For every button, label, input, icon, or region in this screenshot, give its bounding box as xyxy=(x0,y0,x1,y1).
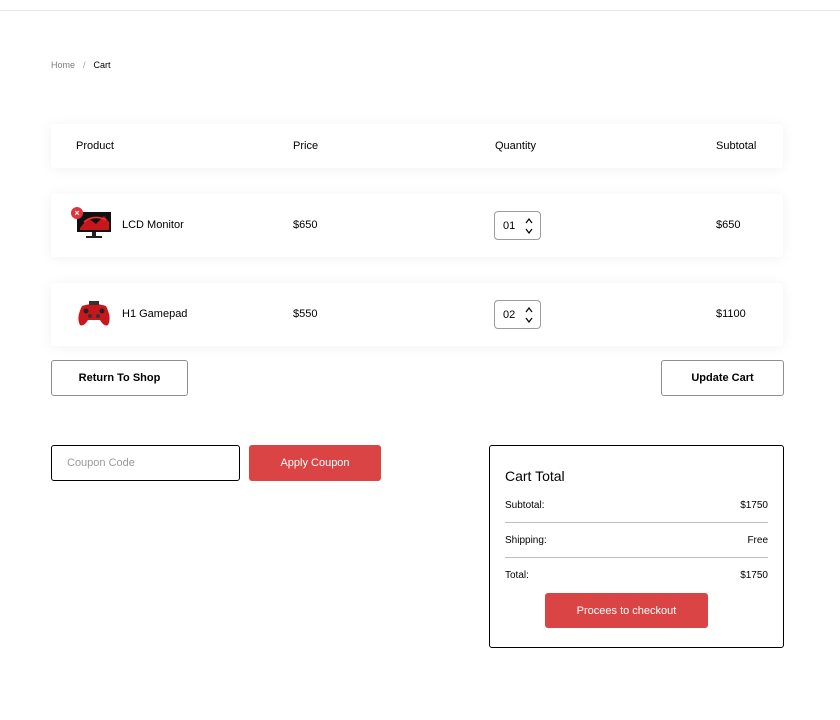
update-cart-button[interactable]: Update Cart xyxy=(661,360,784,396)
breadcrumb-separator: / xyxy=(83,60,86,70)
header-subtotal: Subtotal xyxy=(716,140,757,152)
subtotal-line: Subtotal: $1750 xyxy=(505,500,768,511)
remove-item-icon[interactable]: × xyxy=(71,207,83,219)
product-price: $550 xyxy=(293,308,318,320)
gamepad-icon xyxy=(76,298,112,328)
subtotal-value: $1750 xyxy=(740,500,768,511)
coupon-code-input[interactable]: Coupon Code xyxy=(51,445,240,481)
breadcrumb-home-link[interactable]: Home xyxy=(51,60,75,70)
shipping-label: Shipping: xyxy=(505,535,547,546)
stepper-arrows-icon[interactable] xyxy=(525,305,533,325)
divider xyxy=(505,557,768,558)
total-line: Total: $1750 xyxy=(505,570,768,581)
cart-total-title: Cart Total xyxy=(505,468,565,484)
breadcrumb-current: Cart xyxy=(93,60,111,70)
top-divider xyxy=(0,10,840,11)
product-price: $650 xyxy=(293,219,318,231)
product-name: LCD Monitor xyxy=(122,219,184,231)
breadcrumb: Home / Cart xyxy=(51,60,111,70)
table-row: H1 Gamepad $550 02 $1100 xyxy=(51,283,783,346)
header-product: Product xyxy=(76,140,114,152)
stepper-arrows-icon[interactable] xyxy=(525,216,533,236)
return-to-shop-button[interactable]: Return To Shop xyxy=(51,360,188,396)
checkout-button[interactable]: Procees to checkout xyxy=(545,593,708,628)
product-subtotal: $1100 xyxy=(716,308,746,320)
shipping-value: Free xyxy=(747,535,768,546)
product-subtotal: $650 xyxy=(716,219,741,231)
total-label: Total: xyxy=(505,570,529,581)
table-row: × LCD Monitor $650 01 $650 xyxy=(51,194,783,257)
quantity-stepper[interactable]: 01 xyxy=(494,211,541,240)
cart-table-header: Product Price Quantity Subtotal xyxy=(51,124,783,168)
header-price: Price xyxy=(293,140,319,152)
subtotal-label: Subtotal: xyxy=(505,500,545,511)
apply-coupon-button[interactable]: Apply Coupon xyxy=(249,445,381,481)
quantity-value: 01 xyxy=(503,219,516,232)
shipping-line: Shipping: Free xyxy=(505,535,768,546)
total-value: $1750 xyxy=(740,570,768,581)
divider xyxy=(505,522,768,523)
cart-total-panel: Cart Total Subtotal: $1750 Shipping: Fre… xyxy=(489,445,784,648)
quantity-value: 02 xyxy=(503,308,516,321)
header-quantity: Quantity xyxy=(495,140,536,152)
product-name: H1 Gamepad xyxy=(122,308,188,320)
quantity-stepper[interactable]: 02 xyxy=(494,300,541,329)
